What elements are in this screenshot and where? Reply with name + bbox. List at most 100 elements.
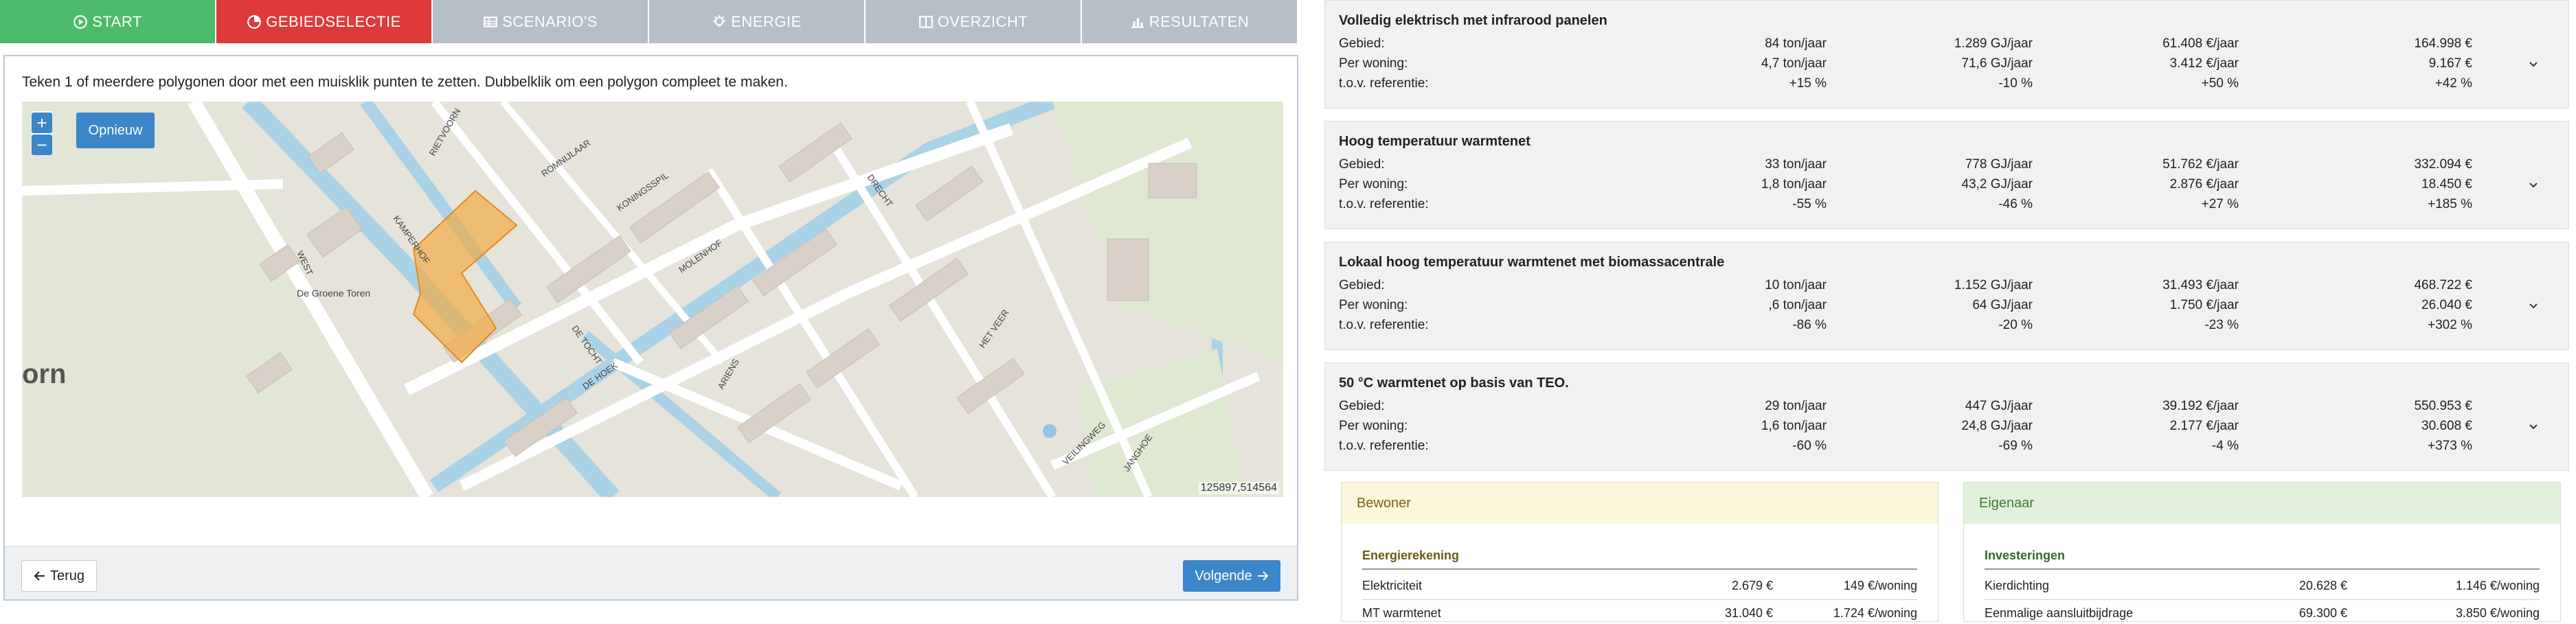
back-button[interactable]: Terug: [21, 560, 97, 592]
energy-value: 1.152 GJ/jaar: [1954, 278, 2033, 292]
tab-energie[interactable]: ENERGIE: [649, 0, 866, 43]
back-label: Terug: [49, 568, 85, 583]
investment-value: +185 %: [2428, 197, 2472, 211]
chevron-down-icon[interactable]: [2529, 181, 2538, 190]
tab-start[interactable]: START: [0, 0, 216, 43]
chevron-down-icon[interactable]: [2529, 422, 2538, 432]
tab-overzicht[interactable]: OVERZICHT: [866, 0, 1082, 43]
cost-value: 51.762 €/jaar: [2162, 157, 2239, 172]
street-label: DRECHT: [866, 172, 895, 209]
row-total: 69.300 €: [2298, 606, 2347, 620]
bewoner-card: Bewoner Energierekening Elektriciteit 2.…: [1341, 482, 1939, 622]
co2-value: 4,7 ton/jaar: [1761, 56, 1827, 71]
scenario-row-per-woning: Per woning: 1,8 ton/jaar 43,2 GJ/jaar 2.…: [1339, 177, 2472, 195]
table-row: Elektriciteit 2.679 € 149 €/woning: [1362, 579, 1917, 597]
tab-label: OVERZICHT: [937, 12, 1028, 30]
chevron-down-icon[interactable]: [2529, 301, 2538, 311]
row-label: t.o.v. referentie:: [1339, 76, 1429, 91]
chevron-down-icon[interactable]: [2529, 60, 2538, 69]
row-total: 31.040 €: [1724, 606, 1773, 620]
row-divider: [1985, 599, 2540, 600]
row-label: t.o.v. referentie:: [1339, 318, 1429, 332]
tab-label: START: [92, 12, 142, 30]
co2-value: -86 %: [1792, 318, 1827, 332]
scenario-row-gebied: Gebied: 33 ton/jaar 778 GJ/jaar 51.762 €…: [1339, 157, 2472, 175]
energy-value: 1.289 GJ/jaar: [1954, 36, 2033, 51]
investment-value: 26.040 €: [2421, 298, 2472, 312]
reset-button[interactable]: Opnieuw: [76, 113, 155, 148]
scenario-title: Volledig elektrisch met infrarood panele…: [1339, 13, 1607, 28]
energy-value: 43,2 GJ/jaar: [1961, 177, 2033, 192]
row-per-woning: 149 €/woning: [1843, 579, 1917, 592]
investment-value: 18.450 €: [2421, 177, 2472, 192]
co2-value: 1,6 ton/jaar: [1761, 419, 1827, 433]
co2-value: 33 ton/jaar: [1765, 157, 1827, 172]
street-label: RIETVOORN: [427, 106, 463, 157]
columns-icon: [918, 15, 933, 28]
scenario-row-per-woning: Per woning: ,6 ton/jaar 64 GJ/jaar 1.750…: [1339, 298, 2472, 316]
co2-value: ,6 ton/jaar: [1768, 298, 1827, 312]
row-per-woning: 3.850 €/woning: [2455, 606, 2540, 620]
row-label: t.o.v. referentie:: [1339, 197, 1429, 211]
scenario-row-per-woning: Per woning: 1,6 ton/jaar 24,8 GJ/jaar 2.…: [1339, 419, 2472, 437]
scenario-title: Hoog temperatuur warmtenet: [1339, 134, 1530, 149]
energy-value: -10 %: [1998, 76, 2033, 91]
cost-value: -23 %: [2204, 318, 2239, 332]
row-label: MT warmtenet: [1362, 606, 1441, 620]
scenario-card[interactable]: Hoog temperatuur warmtenet Gebied: 33 to…: [1324, 121, 2569, 229]
co2-value: 29 ton/jaar: [1765, 399, 1827, 413]
row-total: 2.679 €: [1731, 579, 1773, 592]
co2-value: 84 ton/jaar: [1765, 36, 1827, 51]
energy-value: -20 %: [1998, 318, 2033, 332]
energy-value: -46 %: [1998, 197, 2033, 211]
scenario-row-referentie: t.o.v. referentie: +15 % -10 % +50 % +42…: [1339, 76, 2472, 94]
row-divider: [1362, 599, 1917, 600]
section-title: Investeringen: [1985, 548, 2066, 562]
row-label: Per woning:: [1339, 419, 1408, 433]
street-label: KONINGSSPIL: [615, 170, 670, 213]
zoom-in-button[interactable]: +: [32, 113, 52, 133]
investment-value: +302 %: [2428, 318, 2472, 332]
street-label: DE HOEK: [580, 360, 620, 391]
tab-resultaten[interactable]: RESULTATEN: [1082, 0, 1298, 43]
energy-value: 778 GJ/jaar: [1965, 157, 2033, 172]
investment-value: 468.722 €: [2414, 278, 2472, 292]
cost-value: 2.876 €/jaar: [2169, 177, 2239, 192]
bewoner-header: Bewoner: [1342, 483, 1938, 524]
cost-value: 1.750 €/jaar: [2169, 298, 2239, 312]
energy-value: -69 %: [1998, 439, 2033, 453]
row-label: Gebied:: [1339, 399, 1385, 413]
zoom-controls: + −: [32, 111, 52, 155]
next-button[interactable]: Volgende: [1183, 560, 1280, 592]
tab-scenarios[interactable]: SCENARIO'S: [433, 0, 649, 43]
area-selection-panel: Teken 1 of meerdere polygonen door met e…: [3, 55, 1298, 601]
scenario-card[interactable]: 50 °C warmtenet op basis van TEO. Gebied…: [1324, 362, 2569, 471]
scenario-row-referentie: t.o.v. referentie: -86 % -20 % -23 % +30…: [1339, 318, 2472, 336]
arrow-right-icon: [1257, 571, 1269, 581]
street-label: MOLENHOF: [677, 238, 724, 275]
map-view[interactable]: RIETVOORN KAMPERHOF ROMNIJLAAR KONINGSSP…: [22, 102, 1283, 497]
tab-gebiedselectie[interactable]: GEBIEDSELECTIE: [216, 0, 433, 43]
cost-value: +27 %: [2201, 197, 2239, 211]
street-label: ARIENS: [716, 357, 741, 391]
scenario-card[interactable]: Lokaal hoog temperatuur warmtenet met bi…: [1324, 242, 2569, 350]
place-label: orn: [22, 359, 66, 389]
row-label: Per woning:: [1339, 56, 1408, 71]
energy-value: 71,6 GJ/jaar: [1961, 56, 2033, 71]
scenario-card[interactable]: Volledig elektrisch met infrarood panele…: [1324, 0, 2569, 108]
row-per-woning: 1.146 €/woning: [2455, 579, 2540, 592]
row-label: Gebied:: [1339, 36, 1385, 51]
cost-value: 3.412 €/jaar: [2169, 56, 2239, 71]
co2-value: 1,8 ton/jaar: [1761, 177, 1827, 192]
tab-label: ENERGIE: [731, 12, 802, 30]
zoom-out-button[interactable]: −: [32, 135, 52, 155]
section-divider: [1985, 568, 2540, 570]
tab-label: GEBIEDSELECTIE: [266, 12, 401, 30]
investment-value: 164.998 €: [2414, 36, 2472, 51]
pie-chart-icon: [247, 14, 262, 29]
row-label: Eenmalige aansluitbijdrage: [1985, 606, 2134, 620]
arrow-left-icon: [34, 571, 45, 581]
eigenaar-header: Eigenaar: [1964, 483, 2560, 524]
scenario-row-referentie: t.o.v. referentie: -55 % -46 % +27 % +18…: [1339, 197, 2472, 215]
table-row: MT warmtenet 31.040 € 1.724 €/woning: [1362, 606, 1917, 624]
